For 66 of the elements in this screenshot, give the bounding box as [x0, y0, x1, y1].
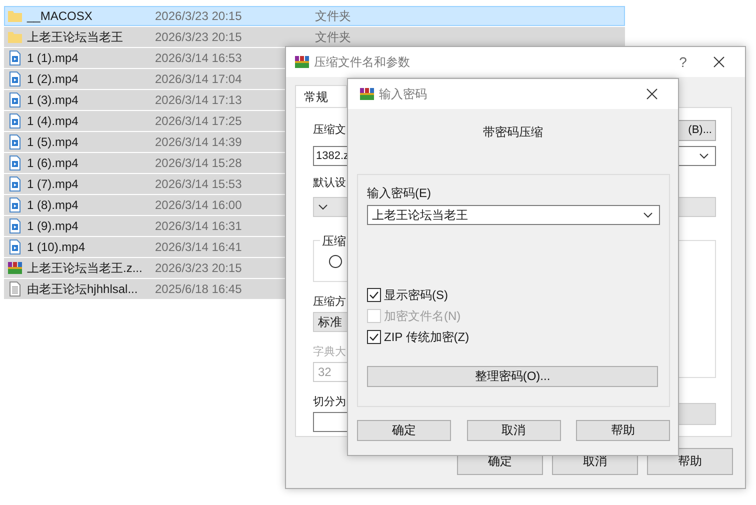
file-name: 上老王论坛当老王.z... — [27, 260, 144, 276]
file-date: 2026/3/14 16:53 — [155, 51, 243, 65]
file-date: 2026/3/14 14:39 — [155, 135, 243, 149]
file-name: 1 (5).mp4 — [27, 135, 80, 149]
file-date: 2026/3/14 17:04 — [155, 72, 243, 86]
close-icon[interactable] — [713, 56, 725, 68]
file-type: 文件夹 — [315, 8, 351, 24]
file-row[interactable]: __MACOSX 2026/3/23 20:15 文件夹 — [4, 6, 625, 27]
chevron-down-icon — [699, 153, 709, 159]
tab[interactable]: 常规 — [295, 85, 347, 107]
file-name: 1 (8).mp4 — [27, 198, 80, 212]
dialog-heading: 带密码压缩 — [482, 124, 544, 141]
checkbox-label: 显示密码(S) — [384, 286, 448, 304]
help-button[interactable]: ? — [663, 54, 703, 70]
file-name: 上老王论坛当老王 — [27, 28, 124, 46]
checkbox[interactable] — [367, 288, 381, 302]
field-label: 压缩方 — [313, 294, 346, 310]
checkmark-icon — [368, 331, 380, 343]
chevron-down-icon — [318, 204, 328, 210]
file-name: 1 (1).mp4 — [27, 51, 80, 65]
folder-icon — [7, 29, 23, 45]
file-name: 1 (2).mp4 — [27, 72, 80, 86]
radio-button[interactable] — [329, 255, 342, 268]
file-date: 2026/3/23 20:15 — [155, 9, 243, 23]
dialog-button[interactable]: 确定 — [357, 420, 451, 441]
books-icon — [7, 260, 23, 276]
file-name: 由老王论坛hjhhlsal... — [27, 280, 139, 298]
file-date: 2026/3/14 15:28 — [155, 156, 243, 170]
file-name: 1 (3).mp4 — [27, 93, 80, 107]
chevron-down-icon — [643, 212, 653, 218]
file-name: 1 (10).mp4 — [27, 240, 86, 254]
checkbox-label: 加密文件名(N) — [384, 308, 461, 324]
books-icon — [294, 54, 310, 70]
field-label: 默认设 — [313, 176, 346, 191]
file-date: 2026/3/14 16:31 — [155, 219, 243, 233]
dialog-button[interactable]: 帮助 — [576, 420, 670, 441]
books-icon — [359, 86, 375, 102]
field-label: 字典大 — [313, 344, 346, 360]
checkbox-label: ZIP 传统加密(Z) — [384, 328, 470, 346]
file-name: __MACOSX — [27, 9, 94, 23]
password-field[interactable]: 上老王论坛当老王 — [367, 205, 660, 225]
file-date: 2026/3/23 20:15 — [155, 30, 243, 44]
file-row[interactable]: 上老王论坛当老王 2026/3/23 20:15 文件夹 — [4, 27, 625, 48]
file-name: 1 (9).mp4 — [27, 219, 80, 233]
file-name: 1 (6).mp4 — [27, 156, 80, 170]
file-date: 2026/3/14 17:25 — [155, 114, 243, 128]
file-type: 文件夹 — [315, 28, 351, 46]
checkmark-icon — [368, 289, 380, 301]
field-label: 压缩文 — [313, 122, 346, 138]
file-date: 2026/3/23 20:15 — [155, 261, 243, 275]
file-name: 1 (7).mp4 — [27, 177, 80, 191]
checkbox[interactable] — [367, 330, 381, 344]
file-date: 2026/3/14 17:13 — [155, 93, 243, 107]
close-icon[interactable] — [646, 88, 658, 100]
dialog-button[interactable]: 取消 — [466, 420, 560, 441]
file-date: 2026/3/14 16:00 — [155, 198, 243, 212]
file-name: 1 (4).mp4 — [27, 114, 80, 128]
field-label: 输入密码(E) — [367, 185, 432, 201]
window-title: 压缩文件名和参数 — [314, 54, 411, 70]
field-label: 切分为 — [313, 395, 346, 410]
file-date: 2026/3/14 16:41 — [155, 240, 243, 254]
window-title: 输入密码 — [379, 86, 428, 102]
folder-icon — [7, 8, 23, 24]
file-date: 2025/6/18 16:45 — [155, 282, 243, 296]
file-date: 2026/3/14 15:53 — [155, 177, 243, 191]
organize-passwords-button[interactable]: 整理密码(O)... — [367, 366, 658, 387]
